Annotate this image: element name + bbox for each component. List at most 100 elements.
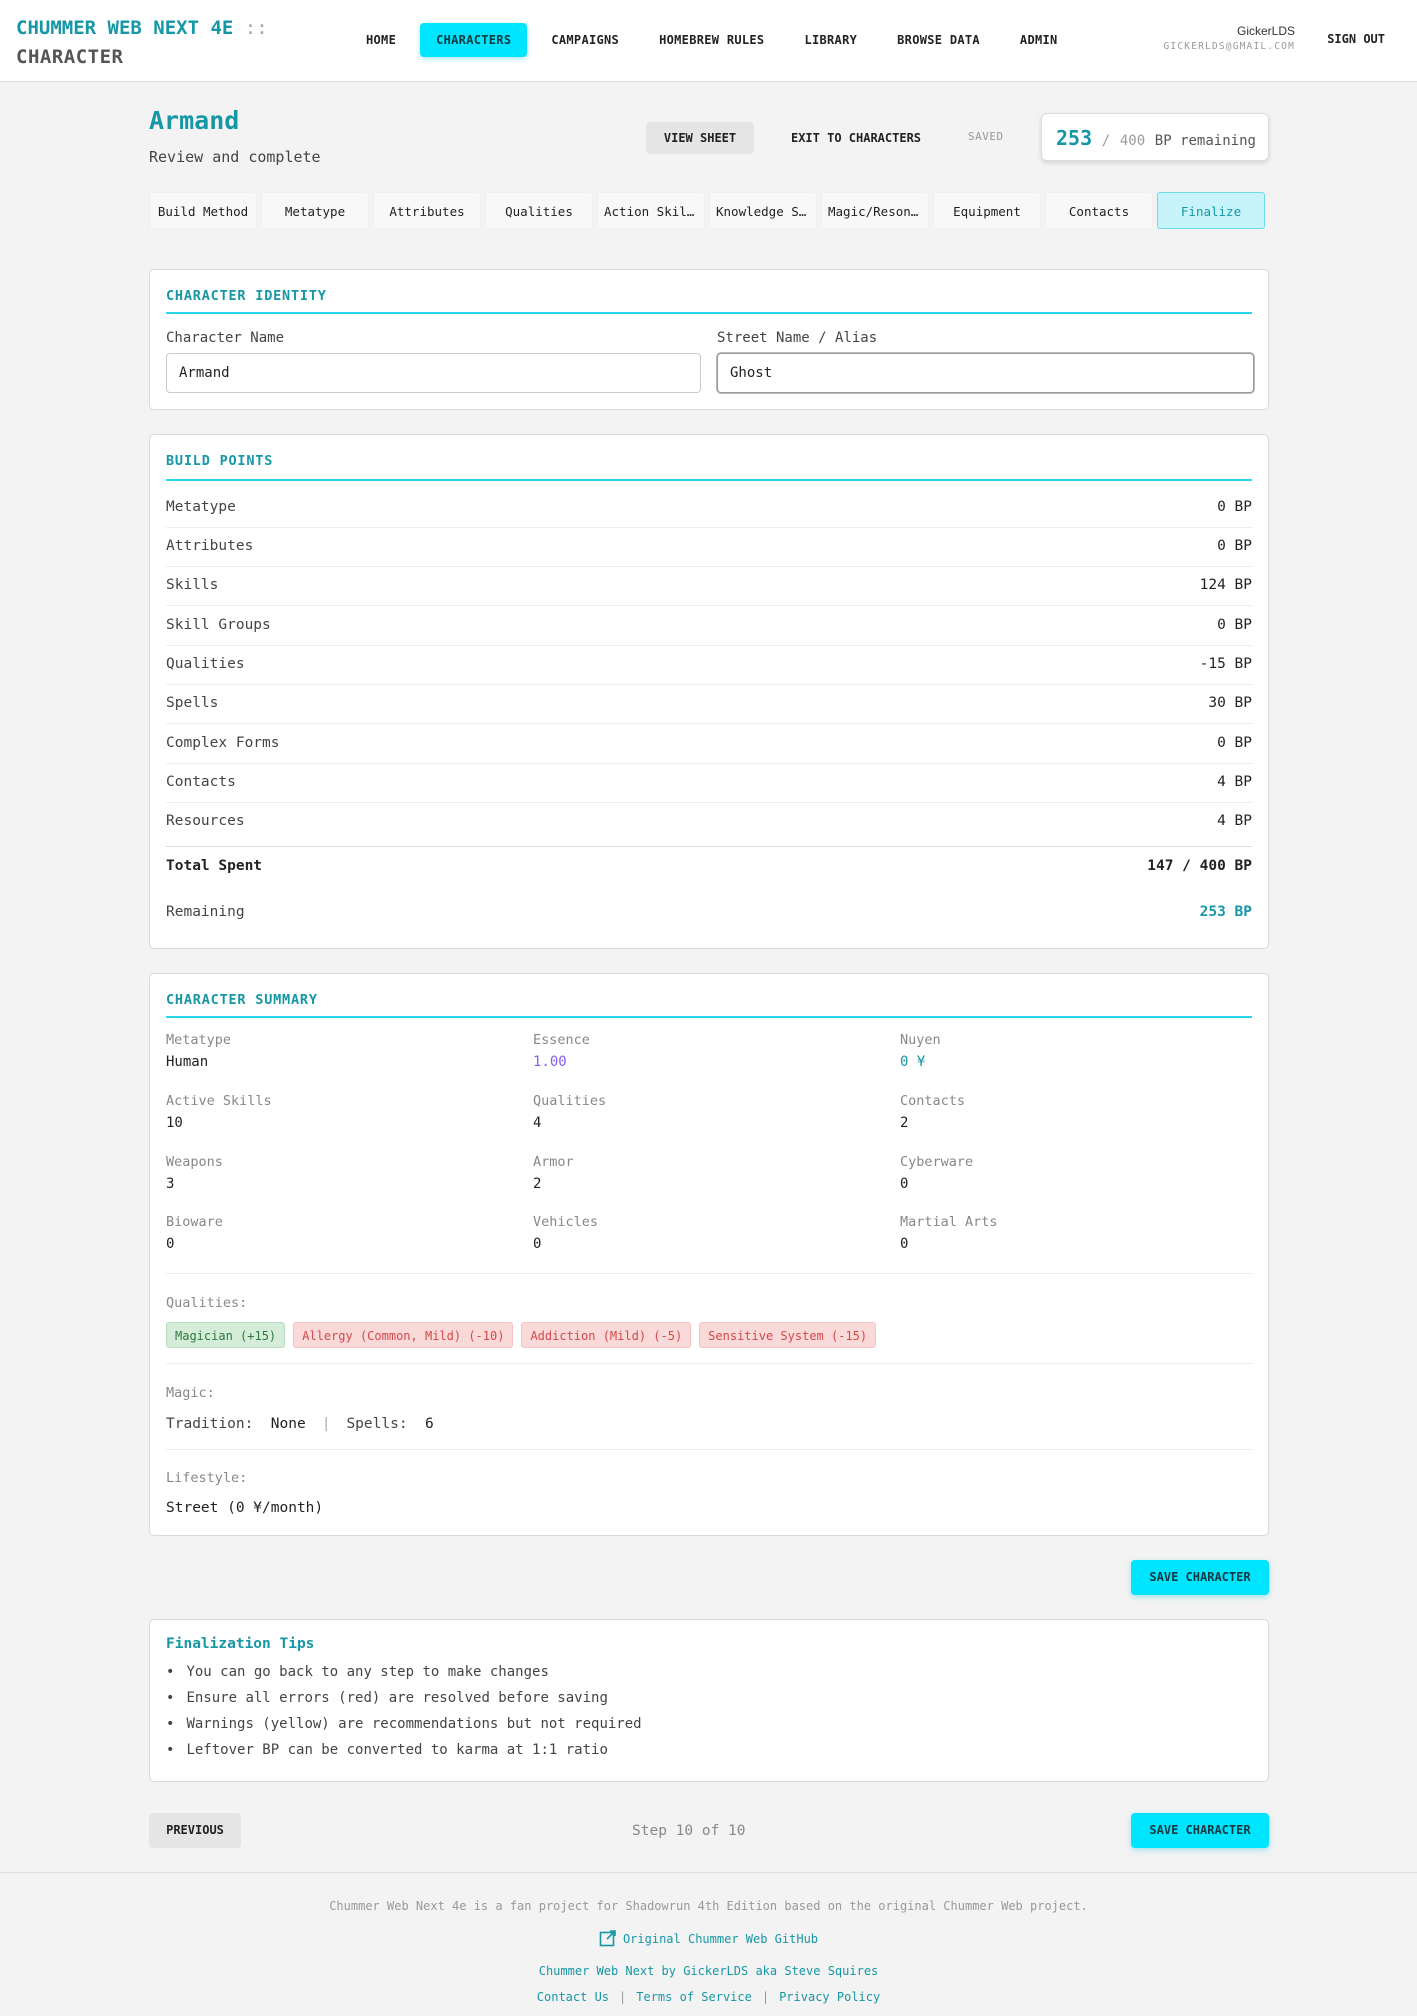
- tab-equipment[interactable]: Equipment: [933, 192, 1041, 229]
- total-spent-label: Total Spent: [166, 858, 263, 874]
- bp-row-value: 4 BP: [1217, 774, 1252, 790]
- bp-row-label: Skill Groups: [166, 617, 271, 633]
- tab-attributes[interactable]: Attributes: [373, 192, 481, 229]
- tradition-value: None: [270, 1416, 306, 1432]
- main-nav: HOME CHARACTERS CAMPAIGNS HOMEBREW RULES…: [350, 23, 1082, 57]
- qualities-tags: Magician (+15) Allergy (Common, Mild) (-…: [166, 1322, 884, 1348]
- tip-item: Ensure all errors (red) are resolved bef…: [166, 1690, 642, 1716]
- github-link-row: Original Chummer Web GitHub: [0, 1929, 1417, 1950]
- bp-row-label: Resources: [166, 813, 245, 829]
- build-points-card: BUILD POINTS Metatype 0 BP Attributes 0 BP…: [149, 434, 1269, 949]
- privacy-link[interactable]: Privacy Policy: [779, 1990, 880, 2004]
- brand-section: CHARACTER: [16, 46, 124, 68]
- street-name-input[interactable]: [717, 353, 1254, 393]
- street-name-label: Street Name / Alias: [717, 330, 878, 346]
- user-info: GickerLDS GICKERLDS@GMAIL.COM: [1164, 24, 1295, 52]
- summary-label: Armor: [533, 1154, 574, 1170]
- bp-row-value: 4 BP: [1217, 813, 1252, 829]
- bp-row-attributes: Attributes 0 BP: [166, 528, 1252, 567]
- bp-row-resources: Resources 4 BP: [166, 803, 1252, 842]
- bp-row-label: Metatype: [166, 499, 236, 515]
- spells-label: Spells:: [346, 1416, 408, 1432]
- bp-row-label: Skills: [166, 577, 219, 593]
- summary-value: 1.00: [533, 1054, 567, 1070]
- previous-button[interactable]: PREVIOUS: [149, 1813, 241, 1848]
- nav-characters[interactable]: CHARACTERS: [420, 23, 528, 57]
- section-divider: [166, 1449, 1252, 1450]
- bp-row-value: 0 BP: [1217, 499, 1252, 515]
- sign-out-button[interactable]: SIGN OUT: [1327, 32, 1385, 46]
- save-character-button[interactable]: SAVE CHARACTER: [1131, 1560, 1269, 1595]
- tab-finalize[interactable]: Finalize: [1157, 192, 1265, 229]
- summary-qualities: Qualities 4: [533, 1093, 873, 1131]
- bp-row-skill-groups: Skill Groups 0 BP: [166, 607, 1252, 646]
- tab-action-skills[interactable]: Action Skills: [597, 192, 705, 229]
- character-name-input[interactable]: [166, 353, 701, 393]
- contact-us-link[interactable]: Contact Us: [537, 1990, 609, 2004]
- total-divider: [166, 846, 1252, 847]
- app-brand[interactable]: CHUMMER WEB NEXT 4E :: CHARACTER: [16, 14, 268, 72]
- spells-value: 6: [425, 1416, 434, 1432]
- summary-martial-arts: Martial Arts 0: [900, 1214, 1240, 1252]
- page-subtitle: Review and complete: [149, 148, 321, 166]
- tab-build-method[interactable]: Build Method: [149, 192, 257, 229]
- card-title: BUILD POINTS: [166, 453, 274, 469]
- bp-row-skills: Skills 124 BP: [166, 567, 1252, 606]
- summary-vehicles: Vehicles 0: [533, 1214, 873, 1252]
- section-divider: [166, 1273, 1252, 1274]
- tab-metatype[interactable]: Metatype: [261, 192, 369, 229]
- bp-row-spells: Spells 30 BP: [166, 685, 1252, 724]
- summary-bioware: Bioware 0: [166, 1214, 506, 1252]
- nav-library[interactable]: LIBRARY: [788, 23, 873, 57]
- summary-label: Essence: [533, 1032, 590, 1048]
- tab-knowledge-skills[interactable]: Knowledge Skills: [709, 192, 817, 229]
- nav-home[interactable]: HOME: [350, 23, 412, 57]
- finalization-tips-card: Finalization Tips You can go back to any…: [149, 1619, 1269, 1782]
- credit-link[interactable]: Chummer Web Next by GickerLDS aka Steve …: [0, 1964, 1417, 1978]
- bp-row-label: Attributes: [166, 538, 254, 554]
- tip-item: You can go back to any step to make chan…: [166, 1664, 642, 1690]
- magic-details: Tradition: None | Spells: 6: [166, 1416, 434, 1432]
- bp-remaining-box: 253 / 400 BP remaining: [1041, 113, 1269, 161]
- summary-essence: Essence 1.00: [533, 1032, 873, 1070]
- total-spent-value: 147 / 400 BP: [1147, 858, 1252, 874]
- bp-row-value: 0 BP: [1217, 617, 1252, 633]
- nav-campaigns[interactable]: CAMPAIGNS: [535, 23, 635, 57]
- view-sheet-button[interactable]: VIEW SHEET: [646, 122, 754, 154]
- magic-section-label: Magic:: [166, 1385, 215, 1401]
- brand-title: CHUMMER WEB NEXT 4E: [16, 17, 234, 39]
- summary-label: Nuyen: [900, 1032, 941, 1048]
- tip-item: Leftover BP can be converted to karma at…: [166, 1742, 642, 1768]
- character-title: Armand: [149, 106, 240, 135]
- summary-metatype: Metatype Human: [166, 1032, 506, 1070]
- nav-browse-data[interactable]: BROWSE DATA: [881, 23, 996, 57]
- terms-link[interactable]: Terms of Service: [636, 1990, 752, 2004]
- summary-value: 0 ¥: [900, 1054, 926, 1070]
- tips-list: You can go back to any step to make chan…: [166, 1664, 642, 1768]
- summary-value: 4: [533, 1115, 542, 1131]
- card-title: CHARACTER IDENTITY: [166, 288, 327, 304]
- nav-homebrew-rules[interactable]: HOMEBREW RULES: [643, 23, 780, 57]
- summary-cyberware: Cyberware 0: [900, 1154, 1240, 1192]
- bp-row-value: 0 BP: [1217, 538, 1252, 554]
- exit-to-characters-button[interactable]: EXIT TO CHARACTERS: [776, 122, 936, 154]
- save-character-button-bottom[interactable]: SAVE CHARACTER: [1131, 1813, 1269, 1848]
- card-divider: [166, 312, 1252, 314]
- nav-admin[interactable]: ADMIN: [1004, 23, 1074, 57]
- qualities-section-label: Qualities:: [166, 1295, 248, 1311]
- bp-remaining-label: BP remaining: [1154, 133, 1256, 149]
- saved-status: SAVED: [968, 130, 1004, 143]
- bp-max-value: 400: [1119, 133, 1146, 149]
- summary-value: 3: [166, 1176, 175, 1192]
- summary-value: Human: [166, 1054, 209, 1070]
- bp-row-label: Contacts: [166, 774, 236, 790]
- bp-row-value: 124 BP: [1199, 577, 1252, 593]
- tab-contacts[interactable]: Contacts: [1045, 192, 1153, 229]
- tab-qualities[interactable]: Qualities: [485, 192, 593, 229]
- github-link[interactable]: Original Chummer Web GitHub: [623, 1932, 818, 1946]
- tab-magic-resonance[interactable]: Magic/Resonance: [821, 192, 929, 229]
- bp-row-value: -15 BP: [1199, 656, 1252, 672]
- summary-value: 2: [900, 1115, 909, 1131]
- remaining-value: 253 BP: [1199, 904, 1252, 920]
- page-footer: Chummer Web Next 4e is a fan project for…: [0, 1872, 1417, 2016]
